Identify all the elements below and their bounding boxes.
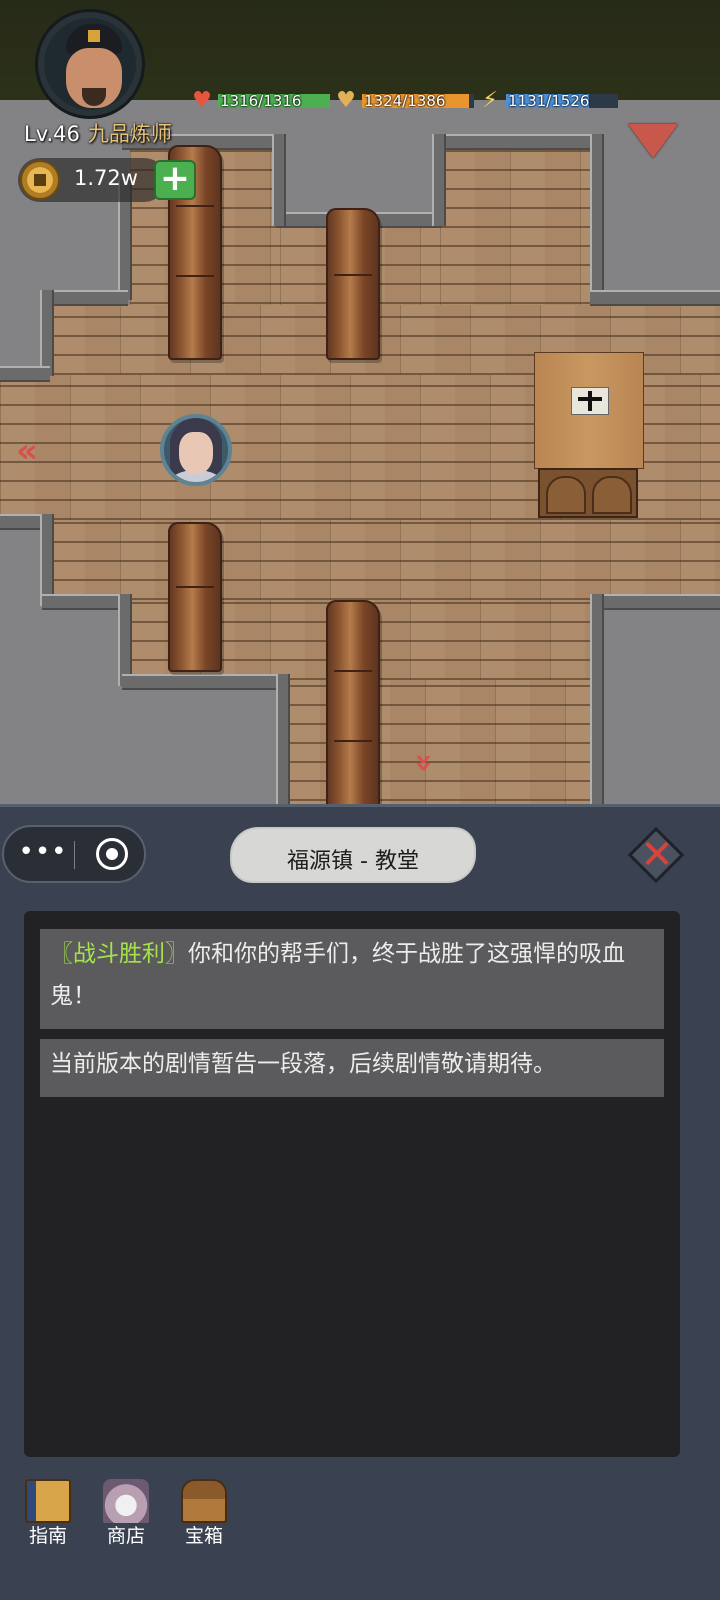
log-tag: 〖战斗胜利〗 xyxy=(50,941,188,967)
mp-stat: ♥ 1324/1386 xyxy=(332,89,474,113)
player-title: 九品炼师 xyxy=(87,122,172,146)
dropdown-menu-icon[interactable] xyxy=(628,124,678,158)
hp-text: 1316/1316 xyxy=(220,92,302,110)
stone-wall xyxy=(272,134,286,226)
location-name: 福源镇 - 教堂 xyxy=(287,849,419,874)
bible-icon xyxy=(571,387,609,415)
church-pew xyxy=(168,522,222,672)
broken-heart-icon: ♥ xyxy=(336,88,356,113)
sp-text: 1131/1526 xyxy=(508,92,590,110)
double-chevron-left-icon[interactable]: « xyxy=(16,434,38,468)
log-entry: 〖战斗胜利〗你和你的帮手们，终于战胜了这强悍的吸血鬼！ xyxy=(40,929,664,1029)
currency-display: 1.72w xyxy=(18,158,166,202)
stone-wall xyxy=(590,594,604,820)
stone-wall xyxy=(432,134,446,226)
story-log[interactable]: 〖战斗胜利〗你和你的帮手们，终于战胜了这强悍的吸血鬼！ 当前版本的剧情暂告一段落… xyxy=(24,911,680,1457)
floor-tile xyxy=(50,520,720,600)
guide-label: 指南 xyxy=(28,1525,67,1547)
log-entry: 当前版本的剧情暂告一段落，后续剧情敬请期待。 xyxy=(40,1039,664,1097)
more-options-icon[interactable]: ••• xyxy=(18,837,68,871)
shop-button[interactable]: 商店 xyxy=(96,1479,156,1549)
stone-wall xyxy=(594,594,720,610)
currency-value: 1.72w xyxy=(74,166,138,190)
sp-bar: 1131/1526 xyxy=(506,92,618,110)
player-avatar[interactable] xyxy=(36,12,184,122)
stone-wall xyxy=(0,366,50,382)
double-chevron-down-icon[interactable]: » xyxy=(407,753,442,772)
chest-label: 宝箱 xyxy=(184,1525,223,1547)
guide-button[interactable]: 指南 xyxy=(18,1479,78,1549)
miniprogram-capsule: ••• xyxy=(2,825,146,883)
stone-wall xyxy=(122,674,284,690)
mp-bar: 1324/1386 xyxy=(362,92,474,110)
stone-wall xyxy=(40,290,54,376)
stone-wall xyxy=(590,290,720,306)
chest-icon xyxy=(181,1479,227,1523)
location-banner: 福源镇 - 教堂 xyxy=(232,829,474,881)
close-button[interactable]: ✕ xyxy=(627,826,686,885)
book-icon xyxy=(25,1479,71,1523)
close-icon: ✕ xyxy=(640,832,674,878)
add-currency-button[interactable]: + xyxy=(154,160,196,200)
church-pew xyxy=(326,600,380,808)
mp-text: 1324/1386 xyxy=(364,92,446,110)
level-value: Lv.46 xyxy=(24,122,80,146)
hp-bar: 1316/1316 xyxy=(218,92,330,110)
coin-icon xyxy=(20,160,60,200)
stone-wall xyxy=(432,134,602,150)
altar-front xyxy=(538,468,638,518)
altar-top xyxy=(534,352,644,469)
shop-icon xyxy=(103,1479,149,1523)
stone-wall xyxy=(40,514,54,606)
story-panel: ••• 福源镇 - 教堂 ✕ 〖战斗胜利〗你和你的帮手们，终于战胜了这强悍的吸血… xyxy=(0,804,720,1600)
chest-button[interactable]: 宝箱 xyxy=(174,1479,234,1549)
church-pew xyxy=(326,208,380,360)
close-miniprogram-icon[interactable] xyxy=(96,838,128,870)
stone-wall xyxy=(42,594,128,610)
shop-label: 商店 xyxy=(106,1525,145,1547)
stone-wall xyxy=(276,674,290,820)
avatar-frame xyxy=(38,12,142,116)
stone-wall xyxy=(42,290,128,306)
capsule-divider xyxy=(74,841,75,869)
altar-table[interactable] xyxy=(534,352,644,520)
stone-wall xyxy=(118,594,132,686)
stone-wall xyxy=(590,134,604,300)
player-level: Lv.46 九品炼师 xyxy=(24,118,172,148)
npc-portrait[interactable] xyxy=(160,414,232,486)
hp-stat: ♥ 1316/1316 xyxy=(188,89,330,113)
sp-stat: ⚡ 1131/1526 xyxy=(476,89,618,113)
log-text: 当前版本的剧情暂告一段落，后续剧情敬请期待。 xyxy=(50,1051,556,1077)
heart-icon: ♥ xyxy=(192,88,212,113)
lightning-icon: ⚡ xyxy=(482,88,498,113)
